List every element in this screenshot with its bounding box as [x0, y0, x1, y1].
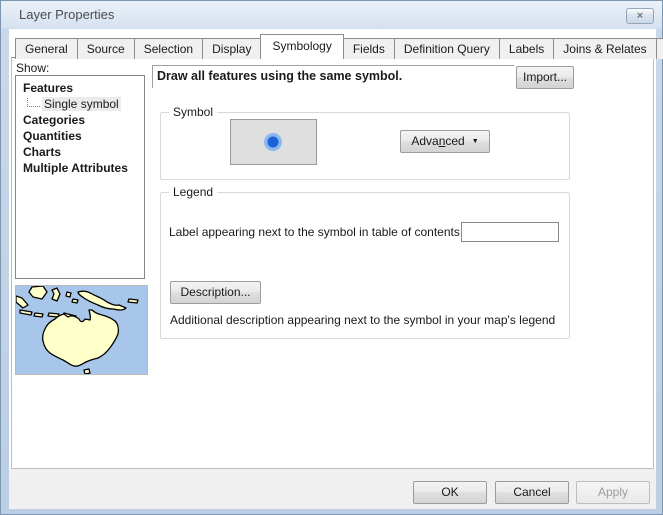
layer-properties-window: Layer Properties × GeneralSourceSelectio…	[0, 0, 663, 515]
tree-item-quantities[interactable]: Quantities	[16, 128, 144, 144]
show-label: Show:	[16, 61, 49, 75]
tree-item-features[interactable]: Features	[16, 80, 144, 96]
oceania-map-image	[16, 286, 147, 374]
symbol-preview-button[interactable]	[230, 119, 317, 165]
advanced-label-end: ced	[445, 134, 464, 148]
symbol-group-title: Symbol	[169, 105, 217, 119]
tree-elbow-icon	[27, 98, 40, 107]
tab-definition-query[interactable]: Definition Query	[394, 38, 500, 59]
window-titlebar[interactable]: Layer Properties	[1, 1, 662, 29]
ok-button[interactable]: OK	[413, 481, 487, 504]
cancel-button[interactable]: Cancel	[495, 481, 569, 504]
import-button[interactable]: Import...	[516, 66, 574, 89]
symbol-groupbox: Symbol	[160, 112, 570, 180]
tab-source[interactable]: Source	[77, 38, 135, 59]
tab-joins-relates[interactable]: Joins & Relates	[553, 38, 656, 59]
tab-general[interactable]: General	[15, 38, 78, 59]
apply-button: Apply	[576, 481, 650, 504]
symbology-tab-page: Show: Features Single symbol Categories …	[11, 57, 654, 469]
advanced-label: Adva	[411, 134, 438, 148]
close-icon: ×	[637, 10, 643, 22]
tab-strip: GeneralSourceSelectionDisplaySymbologyFi…	[15, 36, 663, 58]
footer-button-bar: OK Cancel Apply	[9, 469, 656, 509]
panel-header-text: Draw all features using the same symbol.	[153, 66, 514, 83]
tab-time[interactable]: Time	[656, 38, 663, 59]
advanced-dropdown-button[interactable]: Advanced▼	[400, 130, 490, 153]
tree-item-categories[interactable]: Categories	[16, 112, 144, 128]
legend-additional-text: Additional description appearing next to…	[170, 313, 555, 327]
legend-label-input[interactable]	[461, 222, 559, 242]
tree-item-single-symbol[interactable]: Single symbol	[16, 96, 144, 112]
chevron-down-icon: ▼	[472, 138, 479, 145]
tab-selection[interactable]: Selection	[134, 38, 203, 59]
tab-symbology[interactable]: Symbology	[260, 34, 343, 59]
close-button[interactable]: ×	[626, 8, 654, 24]
point-symbol-icon	[231, 120, 316, 164]
tab-display[interactable]: Display	[202, 38, 261, 59]
legend-group-title: Legend	[169, 185, 217, 199]
tree-item-multiple-attributes[interactable]: Multiple Attributes	[16, 160, 144, 176]
panel-header: Draw all features using the same symbol.	[152, 65, 514, 88]
show-tree-list[interactable]: Features Single symbol Categories Quanti…	[15, 75, 145, 279]
map-thumbnail	[15, 285, 148, 375]
window-title: Layer Properties	[19, 7, 114, 22]
tree-item-charts[interactable]: Charts	[16, 144, 144, 160]
tab-labels[interactable]: Labels	[499, 38, 554, 59]
description-button[interactable]: Description...	[170, 281, 261, 304]
dialog-content: GeneralSourceSelectionDisplaySymbologyFi…	[9, 29, 656, 509]
tab-fields[interactable]: Fields	[343, 38, 395, 59]
tree-item-label: Single symbol	[42, 97, 121, 111]
legend-label-prompt: Label appearing next to the symbol in ta…	[169, 225, 463, 239]
